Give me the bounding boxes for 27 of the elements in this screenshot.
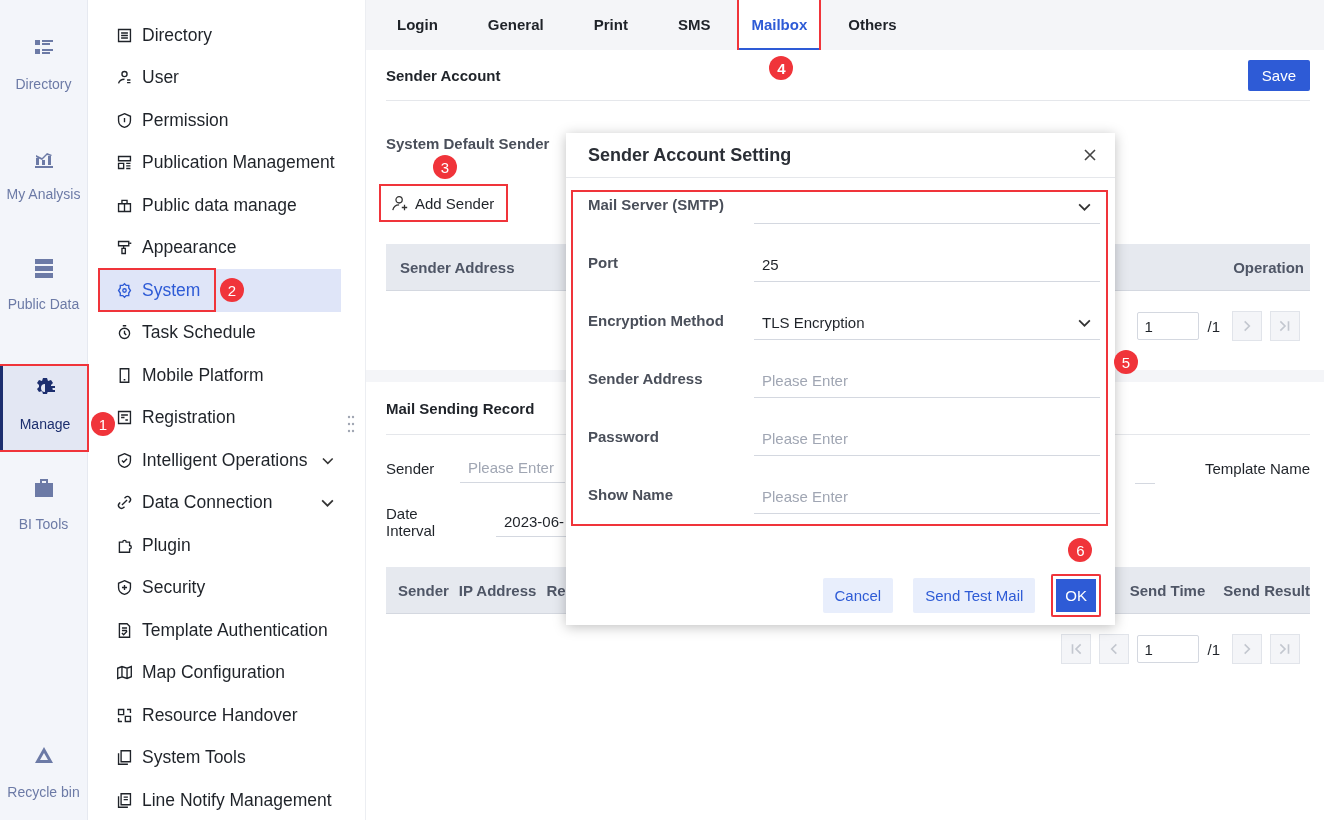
callout-number: 1	[91, 412, 115, 436]
field-label: System Default Sender	[386, 135, 551, 152]
column-header: IP Address	[458, 581, 537, 599]
page-total: /1	[1207, 317, 1220, 335]
column-header: Sender Address	[400, 258, 515, 276]
column-header: Send Result	[1223, 581, 1310, 599]
field-label: Mail Server (SMTP)	[588, 196, 725, 215]
page-total: /1	[1207, 640, 1220, 658]
field-label: Sender Address	[588, 370, 704, 389]
column-header: Operation	[1233, 258, 1304, 276]
section-title: Sender Account	[386, 66, 501, 84]
column-header: Re	[546, 581, 566, 599]
callout-number: 3	[433, 155, 457, 179]
filter-label: Template Name	[1204, 459, 1310, 477]
column-header: Send Time	[1129, 581, 1206, 599]
column-header: Sender	[398, 581, 449, 599]
section-title: Mail Sending Record	[386, 399, 535, 417]
callout-number: 2	[220, 278, 244, 302]
field-label: Password	[588, 428, 660, 447]
callout-number: 5	[1114, 350, 1138, 374]
field-label: Port	[588, 254, 619, 273]
field-label: Show Name	[588, 486, 675, 505]
dialog-title: Sender Account Setting	[588, 144, 792, 166]
field-label: Encryption Method	[588, 312, 725, 331]
callout-number: 6	[1068, 538, 1093, 562]
filter-label: Date Interval	[386, 505, 437, 539]
filter-label: Sender	[386, 459, 436, 477]
